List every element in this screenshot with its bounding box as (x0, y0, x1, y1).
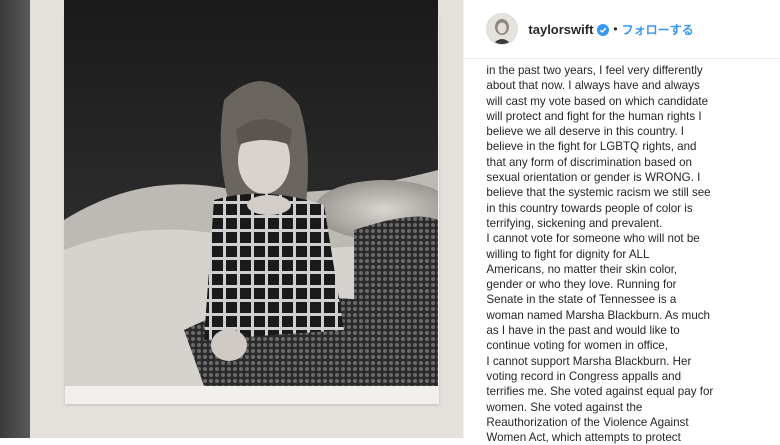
caption-line: will cast my vote based on which candida… (486, 94, 709, 108)
caption-line: Senate in the state of Tennessee is a (486, 293, 677, 307)
caption-line: will protect and fight for the human rig… (486, 109, 702, 123)
letterbox-edge (0, 0, 30, 438)
caption-line: continue voting for women in office, (486, 339, 668, 353)
caption-line: gender or who they love. Running for (486, 278, 677, 292)
caption-line: I cannot support Marsha Blackburn. Her (486, 354, 692, 368)
caption-line: voting record in Congress appalls and (486, 369, 682, 383)
caption-line: terrifying, sickening and prevalent. (486, 216, 663, 230)
post-media-panel (29, 0, 464, 438)
verified-badge-icon (597, 23, 610, 36)
profile-avatar[interactable] (486, 13, 519, 45)
caption-line: as I have in the past and would like to (486, 324, 680, 338)
caption-line: Americans, no matter their skin color, (486, 262, 678, 276)
caption-line: about that now. I always have and always (486, 79, 700, 93)
caption-line: in this country towards people of color … (486, 201, 693, 215)
follow-button[interactable]: フォローする (622, 21, 694, 38)
caption-line: in the past two years, I feel very diffe… (486, 64, 703, 77)
caption-line: sexual orientation or gender is WRONG. I (486, 171, 701, 185)
caption-line: believe in the fight for LGBTQ rights, a… (486, 140, 697, 154)
post-caption: in the past two years, I feel very diffe… (486, 63, 776, 445)
post-details-panel: taylorswift • フォローする in the past two yea… (463, 0, 780, 444)
post-photo[interactable] (63, 0, 438, 386)
caption-line: willing to fight for dignity for ALL (486, 247, 650, 261)
caption-line: believe that the systemic racism we stil… (486, 186, 711, 200)
caption-line: believe we all deserve in this country. … (486, 125, 685, 139)
caption-line: that any form of discrimination based on (486, 155, 692, 169)
caption-line: women. She voted against the (486, 400, 643, 414)
caption-line: woman named Marsha Blackburn. As much (486, 308, 711, 322)
screen: taylorswift • フォローする in the past two yea… (0, 0, 780, 444)
header-separator: • (613, 22, 618, 36)
username-link[interactable]: taylorswift (528, 22, 593, 37)
caption-line: Reauthorization of the Violence Against (486, 415, 689, 429)
post-header: taylorswift • フォローする (464, 0, 780, 59)
caption-line: terrifies me. She voted against equal pa… (486, 385, 714, 399)
caption-line: I cannot vote for someone who will not b… (486, 232, 700, 246)
